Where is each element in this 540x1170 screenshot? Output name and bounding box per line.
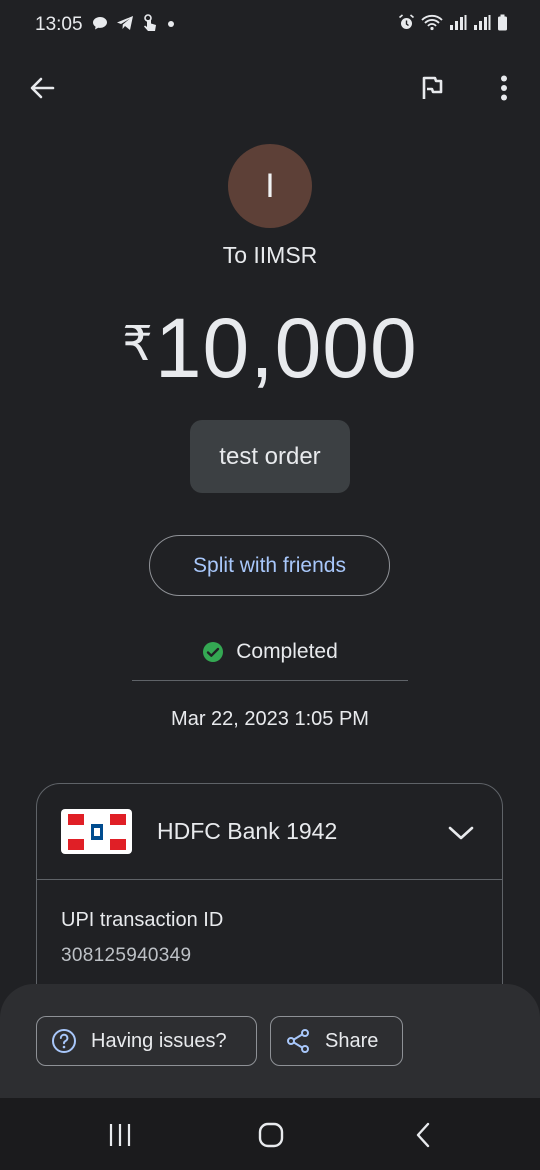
split-with-friends-button[interactable]: Split with friends [149,535,390,596]
chat-bubble-icon [92,15,108,36]
touch-icon [142,14,158,37]
status-system-icons [398,14,508,36]
more-vert-icon [501,75,507,101]
dot-icon [166,15,176,36]
payee-label: To IIMSR [222,242,318,268]
share-icon [287,1029,309,1053]
help-circle-icon [52,1029,76,1053]
back-button[interactable] [24,70,60,106]
bank-account-row[interactable]: HDFC Bank 1942 [37,784,502,880]
hdfc-logo [61,809,132,854]
recents-icon[interactable] [106,1122,134,1148]
wifi-icon [421,14,443,36]
check-circle-icon [203,642,224,662]
status-time: 13:05 [35,14,83,35]
nav-back-icon[interactable] [410,1120,436,1150]
bank-name: HDFC Bank 1942 [157,818,338,844]
amount-value: 10,000 [154,301,418,395]
status-notification-icons [92,14,176,37]
share-button[interactable]: Share [270,1016,403,1066]
upi-transaction-id-label: UPI transaction ID [61,909,224,931]
share-label: Share [325,1029,379,1052]
transaction-datetime: Mar 22, 2023 1:05 PM [171,708,369,730]
chevron-down-icon[interactable] [446,818,476,848]
payment-details-screen: 13:05 I To IIMSR ₹10,000 test order Spli… [0,0,540,1170]
having-issues-button[interactable]: Having issues? [36,1016,257,1066]
having-issues-label: Having issues? [91,1029,227,1052]
bottom-action-sheet: Having issues? Share [0,984,540,1098]
report-flag-button[interactable] [414,70,450,106]
flag-icon [422,76,443,99]
payment-amount: ₹10,000 [0,300,540,397]
telegram-icon [116,15,134,36]
system-navigation-bar [0,1098,540,1170]
battery-icon [497,14,508,36]
home-icon[interactable] [256,1120,286,1150]
signal-icon [449,14,467,36]
signal-icon [473,14,491,36]
more-options-button[interactable] [488,70,520,106]
status-bar: 13:05 [0,0,540,52]
transaction-status: Completed [0,640,540,664]
payment-note: test order [190,420,350,493]
arrow-back-icon [30,77,55,99]
upi-transaction-id-value: 308125940349 [61,945,192,966]
payee-avatar: I [228,144,312,228]
status-label: Completed [236,640,338,663]
currency-symbol: ₹ [122,318,153,371]
alarm-icon [398,14,415,36]
divider [132,680,408,681]
